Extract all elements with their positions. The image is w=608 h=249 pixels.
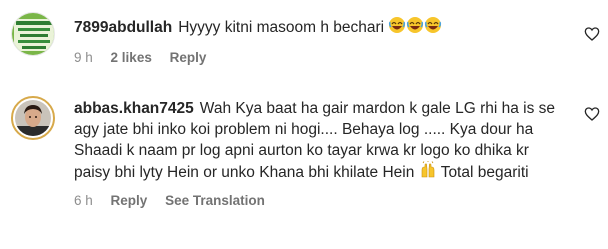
comment-meta: 9 h 2 likes Reply (74, 50, 564, 65)
raising-hands-icon (419, 160, 437, 185)
timestamp[interactable]: 6 h (74, 193, 93, 208)
avatar-image (12, 13, 54, 55)
reply-button[interactable]: Reply (111, 193, 148, 208)
username-link[interactable]: 7899abdullah (74, 19, 172, 36)
avatar[interactable] (11, 96, 55, 140)
laughing-face-icon (406, 16, 424, 40)
heart-icon[interactable] (584, 26, 600, 42)
username-link[interactable]: abbas.khan7425 (74, 100, 194, 117)
comment-text-line: 7899abdullah Hyyyy kitni masoom h bechari (74, 16, 564, 40)
laughing-face-icon (424, 16, 442, 40)
see-translation-button[interactable]: See Translation (165, 193, 265, 208)
timestamp[interactable]: 9 h (74, 50, 93, 65)
avatar[interactable] (11, 12, 55, 56)
comment-meta: 6 h Reply See Translation (74, 193, 564, 208)
comment-item: 7899abdullah Hyyyy kitni masoom h bechari… (0, 0, 608, 80)
avatar-image (15, 100, 51, 136)
comment-body: abbas.khan7425 Wah Kya baat ha gair mardo… (74, 98, 564, 208)
likes-count[interactable]: 2 likes (111, 50, 152, 65)
reply-button[interactable]: Reply (170, 50, 207, 65)
comment-item: abbas.khan7425 Wah Kya baat ha gair mardo… (0, 86, 608, 246)
comment-text-line: abbas.khan7425 Wah Kya baat ha gair mardo… (74, 98, 564, 185)
comment-body: 7899abdullah Hyyyy kitni masoom h bechari… (74, 16, 564, 65)
heart-icon[interactable] (584, 106, 600, 122)
comment-text-end: Total begariti (440, 164, 529, 181)
comment-text: Hyyyy kitni masoom h bechari (178, 19, 385, 36)
laughing-face-icon (388, 16, 406, 40)
